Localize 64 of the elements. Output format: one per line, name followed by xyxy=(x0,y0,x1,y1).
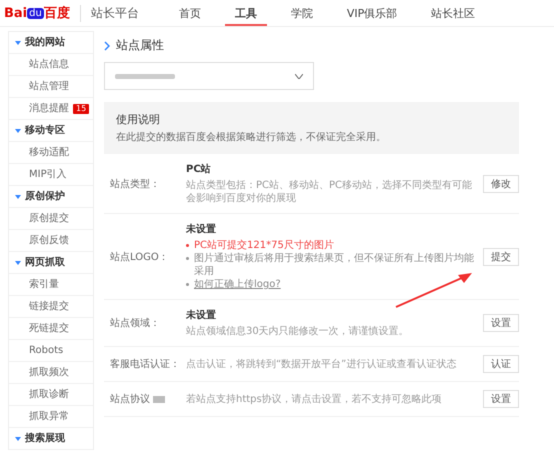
field-label: 站点类型： xyxy=(110,178,160,190)
sidebar-item[interactable]: 抓取频次 xyxy=(9,362,93,384)
field-label: 站点LOGO： xyxy=(110,250,169,264)
sidebar-group[interactable]: 移动专区 xyxy=(9,120,93,142)
sidebar-item[interactable]: 抓取诊断 xyxy=(9,384,93,406)
sidebar-item[interactable]: 死链提交 xyxy=(9,318,93,340)
action-button[interactable]: 认证 xyxy=(483,355,519,373)
field-description: 站点类型包括：PC站、移动站、PC移动站，选择不同类型有可能会影响到百度对你的展现 xyxy=(186,179,474,205)
page-title: 站点属性 xyxy=(116,37,164,54)
caret-icon xyxy=(15,436,21,440)
logo-text: 百度 xyxy=(44,4,70,22)
bullet-icon xyxy=(186,283,189,286)
field-value: 未设置 xyxy=(186,308,217,322)
sidebar-item[interactable]: MIP引入 xyxy=(9,164,93,186)
logo-paw: du xyxy=(27,8,44,18)
sidebar-group[interactable]: 原创保护 xyxy=(9,186,93,208)
sidebar-item[interactable]: 原创反馈 xyxy=(9,230,93,252)
nav-tab[interactable]: 学院 xyxy=(280,0,323,26)
help-link[interactable]: 如何正确上传logo? xyxy=(194,278,281,291)
field-description: 若站点支持https协议，请点击设置，若不支持可忽略此项 xyxy=(186,392,443,406)
sidebar-item[interactable]: 索引量 xyxy=(9,274,93,296)
sidebar-group[interactable]: 搜索展现 xyxy=(9,428,93,450)
field-label: 站点领域： xyxy=(110,316,160,330)
sidebar-item[interactable]: 原创提交 xyxy=(9,208,93,230)
sidebar-item[interactable]: 抓取异常 xyxy=(9,406,93,428)
nav-tab[interactable]: 站长社区 xyxy=(421,0,486,26)
caret-icon xyxy=(15,128,21,132)
action-button[interactable]: 设置 xyxy=(483,314,519,332)
nav-tab[interactable]: VIP俱乐部 xyxy=(336,0,408,26)
blurred-site-name xyxy=(115,74,175,78)
action-button[interactable]: 设置 xyxy=(483,390,519,408)
field-label: 站点协议 xyxy=(110,392,150,406)
sidebar-item[interactable]: 站点管理 xyxy=(9,76,93,98)
sidebar-item[interactable]: 链接提交 xyxy=(9,296,93,318)
count-badge: 15 xyxy=(73,104,90,114)
nav-tab[interactable]: 首页 xyxy=(168,0,211,26)
sidebar-group[interactable]: 网页抓取 xyxy=(9,252,93,274)
bullet-note: 图片通过审核后将用于搜索结果页，但不保证所有上传图片均能采用 xyxy=(194,252,475,278)
caret-icon xyxy=(15,40,21,44)
nav-tab[interactable]: 工具 xyxy=(224,0,267,26)
product-name: 站长平台 xyxy=(80,4,139,22)
bullet-icon xyxy=(186,257,189,260)
caret-icon xyxy=(15,194,21,198)
caret-icon xyxy=(15,260,21,264)
caret-icon xyxy=(295,74,303,78)
bullet-icon xyxy=(186,244,189,247)
site-select[interactable] xyxy=(104,62,314,90)
field-value: 未设置 xyxy=(186,222,217,236)
sidebar-item[interactable]: Robots xyxy=(9,340,93,362)
sidebar-item[interactable]: 站点信息 xyxy=(9,54,93,76)
field-label: 客服电话认证： xyxy=(110,358,180,371)
sidebar-item[interactable]: 消息提醒 15 xyxy=(9,98,93,120)
field-description: 站点领域信息30天内只能修改一次，请谨慎设置。 xyxy=(186,325,410,338)
warning-note: PC站可提交121*75尺寸的图片 xyxy=(194,239,334,252)
action-button[interactable]: 修改 xyxy=(483,174,519,192)
sidebar-item[interactable]: 移动适配 xyxy=(9,142,93,164)
action-button[interactable]: 提交 xyxy=(483,248,519,266)
logo-text: Bai xyxy=(4,6,28,20)
notice-text: 在此提交的数据百度会根据策略进行筛选，不保证完全采用。 xyxy=(116,130,387,144)
field-value: PC站 xyxy=(186,162,212,176)
field-description: 点击认证，将跳转到“数据开放平台”进行认证或查看认证状态 xyxy=(186,358,458,370)
chevron-icon xyxy=(104,40,110,50)
notice-title: 使用说明 xyxy=(116,112,161,127)
sidebar-group[interactable]: 我的网站 xyxy=(9,32,93,54)
